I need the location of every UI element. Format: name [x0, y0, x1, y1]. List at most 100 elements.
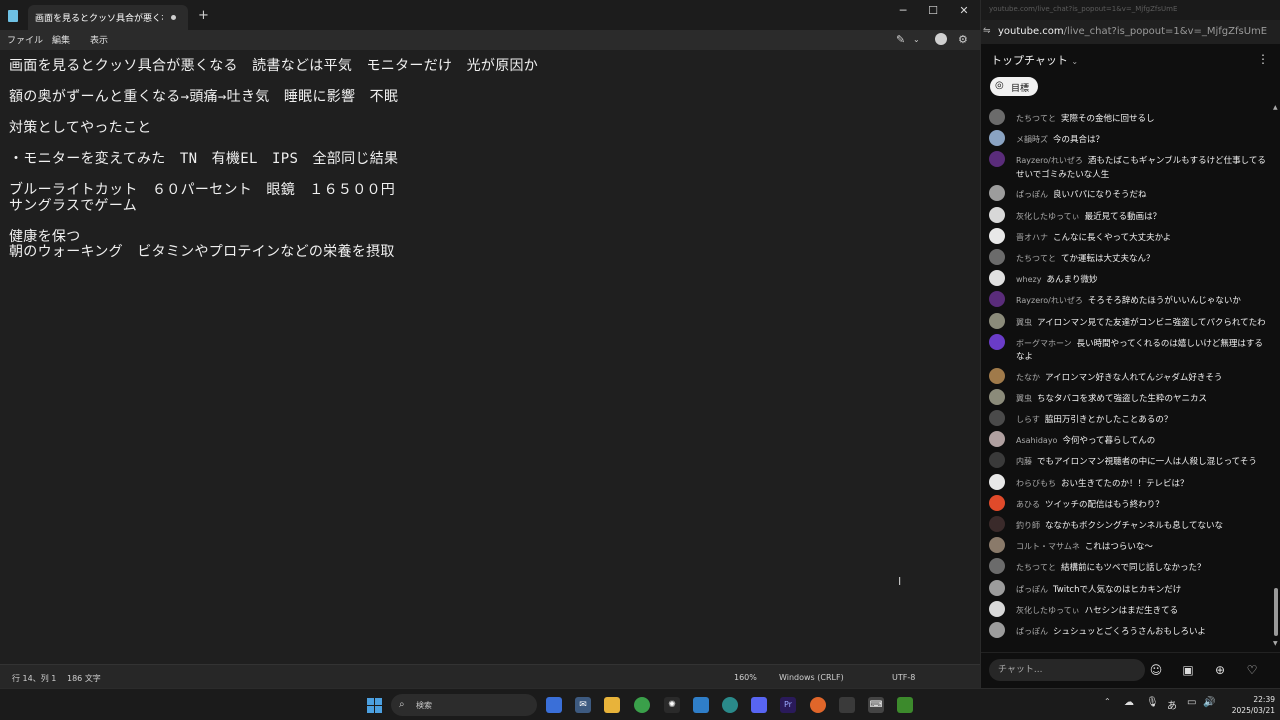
emoji-icon[interactable]: ☺ [1147, 661, 1165, 679]
chat-message[interactable]: Asahidayo 今何やって暮らしてんの [981, 428, 1273, 449]
avatar[interactable] [989, 621, 1005, 638]
tray-overflow-icon[interactable]: ⌃ [1104, 697, 1111, 706]
more-options-icon[interactable]: ⋮ [1257, 52, 1269, 66]
chat-message[interactable]: たちつてと てか運転は大丈夫なん？ [981, 246, 1273, 267]
avatar[interactable] [989, 248, 1005, 265]
site-settings-icon[interactable]: ⇋ [983, 26, 991, 36]
text-editor[interactable]: 画面を見るとクッソ具合が悪くなる 読書などは平気 モニターだけ 光が原因か 額の… [0, 50, 980, 664]
avatar[interactable] [989, 494, 1005, 511]
chat-message[interactable]: whezy あんまり微妙 [981, 267, 1273, 288]
chat-message[interactable]: 翼虫 ちなタバコを求めて強盗した生粋のヤニカス [981, 386, 1273, 407]
avatar[interactable] [989, 431, 1005, 448]
add-icon[interactable]: ⊕ [1211, 661, 1229, 679]
message-author[interactable]: ぱっぽん [1016, 627, 1048, 636]
edge-icon[interactable] [722, 697, 738, 713]
message-author[interactable]: ボーグマホーン [1016, 339, 1072, 348]
chat-message[interactable]: わらびもち おい生きてたのか！！テレビは？ [981, 471, 1273, 492]
chat-message[interactable]: あひる ツイッチの配信はもう終わり？ [981, 492, 1273, 513]
chat-message[interactable]: ぱっぽん シュシュッとごくろうさんおもしろいよ [981, 619, 1273, 640]
scroll-down-icon[interactable]: ▼ [1273, 640, 1278, 647]
chat-message[interactable]: 内藤 でもアイロンマン視聴者の中に一人は人殺し混じってそう [981, 449, 1273, 470]
avatar[interactable] [989, 151, 1005, 168]
menu-file[interactable]: ファイル [7, 33, 43, 46]
chat-message[interactable]: Rayzero/れいぜろ そろそろ辞めたほうがいいんじゃないか [981, 288, 1273, 309]
keyboard-app-icon[interactable]: ⌨ [868, 697, 884, 713]
chat-message[interactable]: ボーグマホーン 長い時間やってくれるのは嬉しいけど無理はするなよ [981, 331, 1273, 365]
file-explorer-icon[interactable] [604, 697, 620, 713]
chat-message[interactable]: しらす 脇田万引きとかしたことあるの？ [981, 407, 1273, 428]
chat-message[interactable]: たちつてと 結構前にもツベで同じ話しなかった？ [981, 555, 1273, 576]
avatar[interactable] [989, 109, 1005, 125]
obs-icon[interactable] [839, 697, 855, 713]
unsaved-dot-icon[interactable] [171, 15, 176, 20]
avatar[interactable] [989, 579, 1005, 596]
chat-message[interactable]: 翼虫 アイロンマン見てた友達がコンビニ強盗してパクられてたわ [981, 310, 1273, 331]
notepad-app-icon[interactable] [693, 697, 709, 713]
message-author[interactable]: 灰化したゆってぃ [1016, 212, 1080, 221]
avatar[interactable] [989, 185, 1005, 202]
chat-message[interactable]: 灰化したゆってぃ 最近見てる動画は？ [981, 204, 1273, 225]
message-author[interactable]: たちつてと [1016, 563, 1056, 572]
volume-icon[interactable]: 🔊 [1203, 697, 1215, 708]
message-author[interactable]: たちつてと [1016, 254, 1056, 263]
chat-message[interactable]: Rayzero/れいぜろ 酒もたばこもギャンブルもするけど仕事してるせいでゴミみた… [981, 148, 1273, 182]
message-author[interactable]: たなか [1016, 373, 1040, 382]
address-bar[interactable]: ⇋ youtube.com/live_chat?is_popout=1&v=_M… [981, 20, 1280, 44]
copilot-icon[interactable]: ✎ [896, 33, 905, 46]
taskbar-search[interactable]: ⌕ 検索 [391, 694, 537, 716]
menu-view[interactable]: 表示 [90, 33, 108, 46]
avatar[interactable] [989, 473, 1005, 490]
copilot-app-icon[interactable] [546, 697, 562, 713]
avatar[interactable] [989, 558, 1005, 575]
microphone-icon[interactable]: 🎙 [1146, 697, 1159, 708]
avatar[interactable] [989, 130, 1005, 147]
premiere-icon[interactable]: Pr [780, 697, 796, 713]
message-author[interactable]: Rayzero/れいぜろ [1016, 156, 1083, 165]
avatar[interactable] [989, 600, 1005, 617]
chat-message[interactable]: ぱっぽん 良いパパになりそうだね [981, 182, 1273, 203]
mail-app-icon[interactable]: ✉ [575, 697, 591, 713]
chat-title[interactable]: トップチャット ⌄ [991, 52, 1078, 68]
taskbar-clock[interactable]: 22:39 2025/03/21 [1215, 694, 1275, 716]
settings-gear-icon[interactable]: ⚙ [958, 33, 968, 46]
message-author[interactable]: コルト・マサムネ [1016, 542, 1080, 551]
avatar[interactable] [989, 537, 1005, 554]
network-icon[interactable]: ▭ [1187, 697, 1196, 708]
message-author[interactable]: たちつてと [1016, 114, 1056, 123]
onedrive-icon[interactable]: ☁ [1124, 697, 1134, 708]
message-author[interactable]: ぱっぽん [1016, 585, 1048, 594]
chat-message[interactable]: 釣り師 ななかもボクシングチャンネルも息してないな [981, 513, 1273, 534]
chat-message[interactable]: たちつてと 実際その金他に回せるし [981, 106, 1273, 127]
avatar[interactable] [989, 291, 1005, 308]
chat-message[interactable]: メ韻時ズ 今の具合は？ [981, 127, 1273, 148]
avatar[interactable] [989, 367, 1005, 384]
chat-message[interactable]: 灰化したゆってぃ ハセシンはまだ生きてる [981, 598, 1273, 619]
message-author[interactable]: 翼虫 [1016, 394, 1032, 403]
minimize-button[interactable]: ─ [888, 4, 918, 17]
avatar[interactable] [989, 410, 1005, 427]
avatar[interactable] [989, 516, 1005, 532]
message-author[interactable]: 釣り師 [1016, 521, 1040, 530]
chat-message[interactable]: コルト・マサムネ これはつらいな〜 [981, 534, 1273, 555]
avatar[interactable] [989, 388, 1005, 405]
message-author[interactable]: あひる [1016, 500, 1040, 509]
message-author[interactable]: 灰化したゆってぃ [1016, 606, 1080, 615]
firefox-icon[interactable] [810, 697, 826, 713]
chat-message[interactable]: 晋オハナ こんなに長くやって大丈夫かよ [981, 225, 1273, 246]
chat-message-list[interactable]: たちつてと 実際その金他に回せるし メ韻時ズ 今の具合は？ Rayzero/れいぜろ 酒も… [981, 106, 1273, 648]
goal-button[interactable]: ◎ 目標 [990, 77, 1038, 96]
heart-icon[interactable]: ♡ [1243, 661, 1261, 679]
account-avatar-icon[interactable] [935, 33, 947, 45]
close-button[interactable]: ✕ [949, 4, 979, 17]
message-author[interactable]: 内藤 [1016, 457, 1032, 466]
menu-edit[interactable]: 編集 [52, 33, 70, 46]
chat-input[interactable] [989, 659, 1145, 681]
message-author[interactable]: しらす [1016, 415, 1040, 424]
notepad-tab[interactable]: 画面を見るとクッソ具合が悪くなる 読書 [28, 5, 188, 30]
new-tab-button[interactable]: + [198, 8, 209, 23]
chatgpt-icon[interactable]: ✺ [664, 697, 680, 713]
message-author[interactable]: Asahidayo [1016, 436, 1057, 445]
avatar[interactable] [989, 227, 1005, 244]
nvidia-icon[interactable] [897, 697, 913, 713]
message-author[interactable]: 翼虫 [1016, 318, 1032, 327]
